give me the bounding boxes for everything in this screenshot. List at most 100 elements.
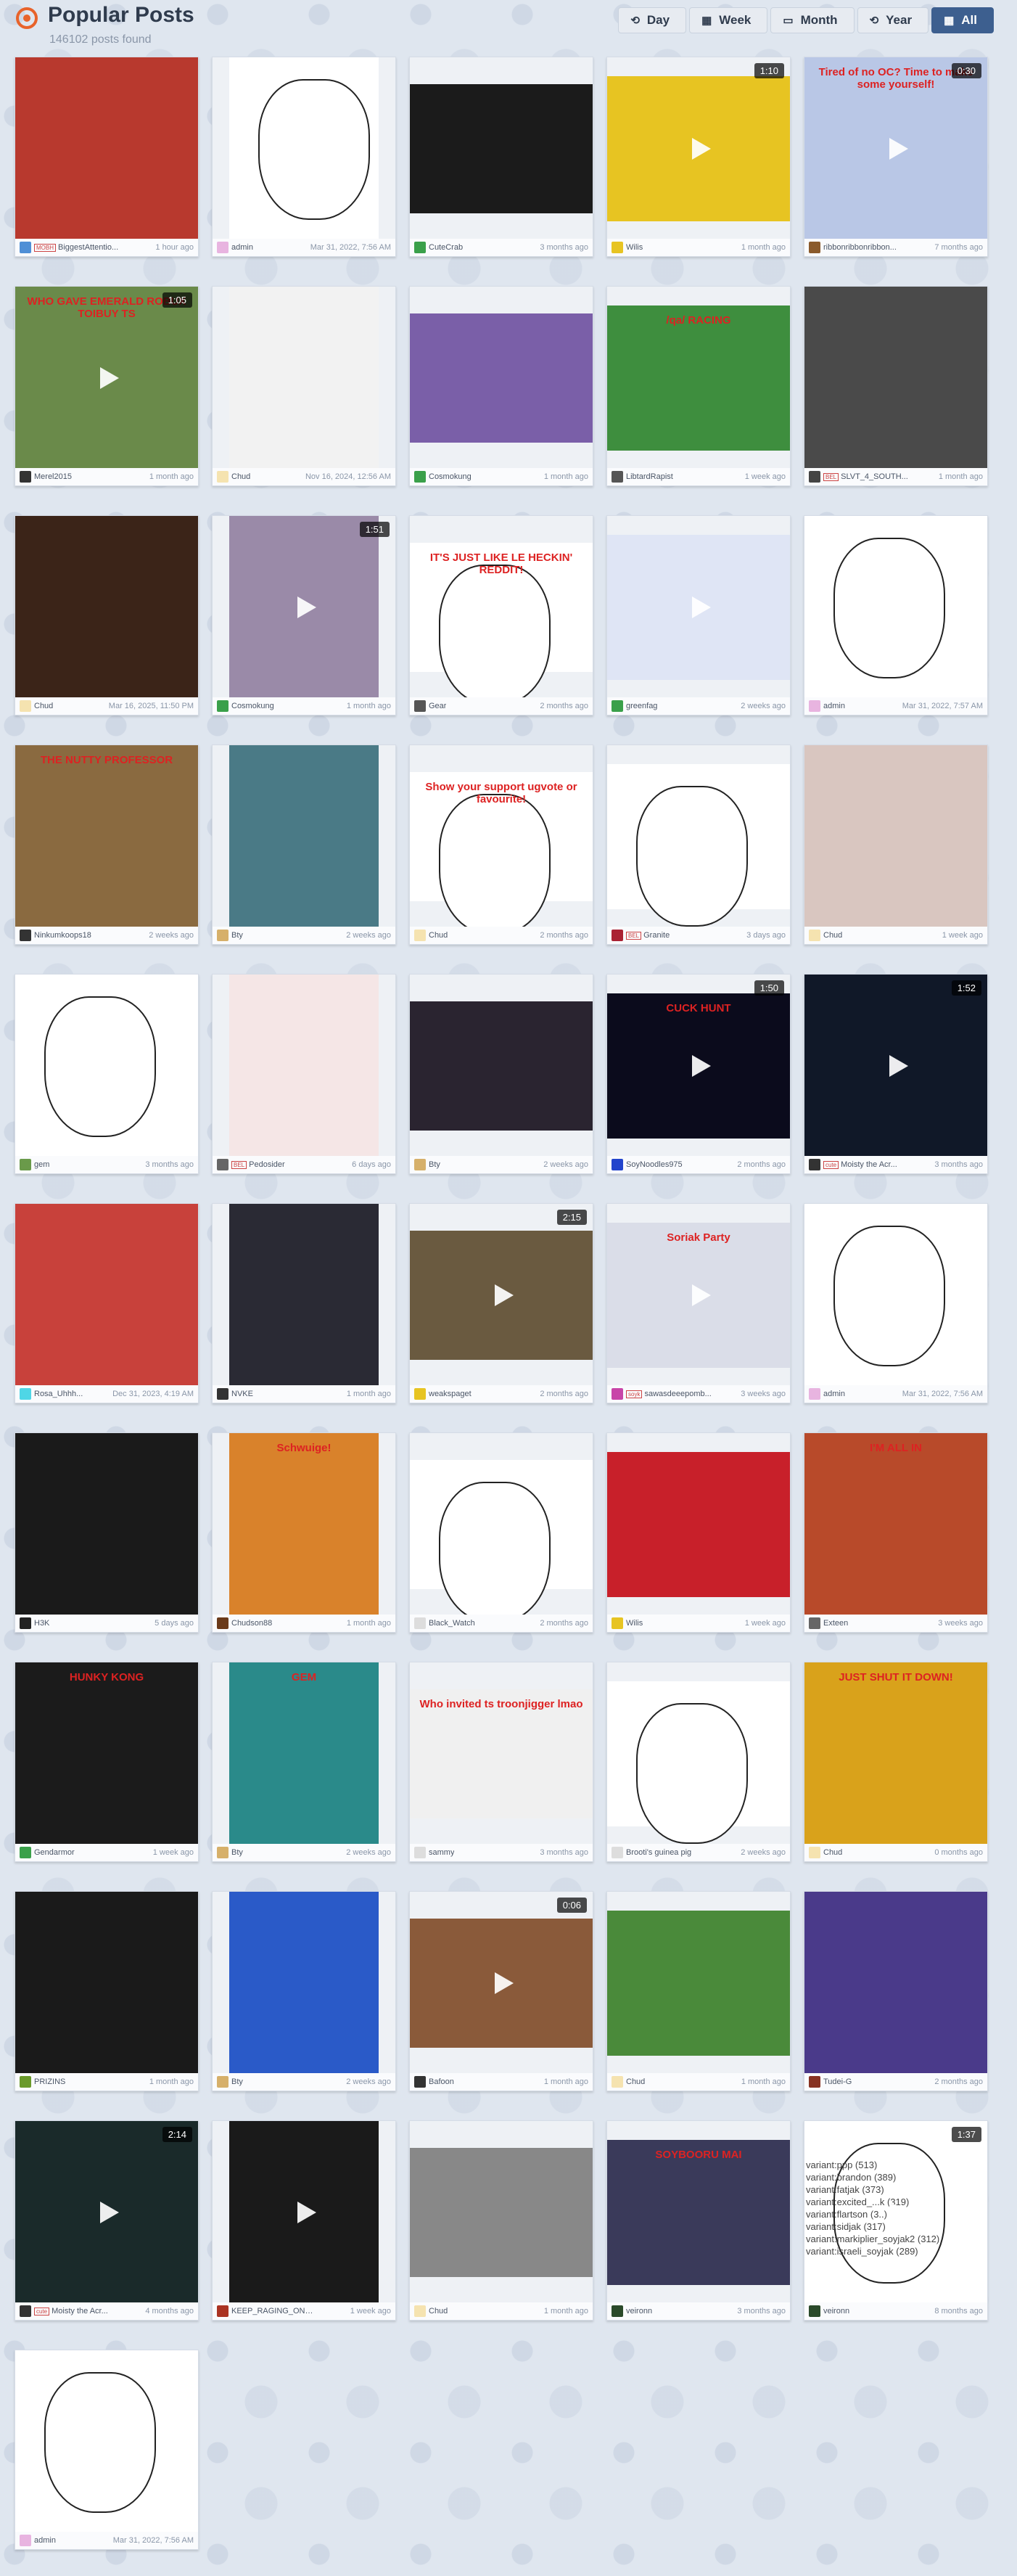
tab-month[interactable]: ▭ Month	[770, 7, 855, 33]
avatar[interactable]	[217, 242, 228, 253]
username-link[interactable]: veironn	[626, 2307, 652, 2315]
username-link[interactable]: Tudei-G	[823, 2077, 852, 2086]
post-card[interactable]: admin Mar 31, 2022, 7:56 AM	[804, 1203, 988, 1403]
avatar[interactable]	[809, 930, 820, 941]
post-card[interactable]: Wilis 1 week ago	[606, 1432, 791, 1633]
post-thumbnail[interactable]: CUCK HUNT 1:50	[607, 975, 790, 1157]
post-card[interactable]: Brooti's guinea pig 2 weeks ago	[606, 1662, 791, 1862]
post-thumbnail[interactable]	[607, 516, 790, 699]
post-thumbnail[interactable]	[213, 1892, 395, 2075]
avatar[interactable]	[809, 242, 820, 253]
username-link[interactable]: sammy	[429, 1848, 454, 1857]
post-card[interactable]: 1:10 Wilis 1 month ago	[606, 57, 791, 257]
post-thumbnail[interactable]	[804, 287, 987, 469]
username-link[interactable]: Brooti's guinea pig	[626, 1848, 691, 1857]
username-link[interactable]: Gendarmor	[34, 1848, 75, 1857]
avatar[interactable]	[20, 930, 31, 941]
post-thumbnail[interactable]: WHO GAVE EMERALD ROBUX TOIBUY TS 1:05	[15, 287, 198, 469]
username-link[interactable]: admin	[823, 1390, 845, 1398]
post-card[interactable]: gem 3 months ago	[15, 974, 199, 1174]
username-link[interactable]: admin	[231, 243, 253, 252]
play-icon[interactable]	[90, 2196, 123, 2229]
post-thumbnail[interactable]: GEM	[213, 1662, 395, 1845]
post-card[interactable]: PRIZINS 1 month ago	[15, 1891, 199, 2091]
username-link[interactable]: Bty	[231, 1848, 243, 1857]
post-card[interactable]: admin Mar 31, 2022, 7:57 AM	[804, 515, 988, 715]
post-thumbnail[interactable]	[213, 975, 395, 1157]
post-card[interactable]: Cosmokung 1 month ago	[409, 286, 593, 486]
avatar[interactable]	[809, 1159, 820, 1170]
post-card[interactable]: Show your support ugvote or favourite! Ch…	[409, 745, 593, 945]
post-thumbnail[interactable]	[213, 57, 395, 240]
username-link[interactable]: Merel2015	[34, 472, 72, 481]
post-card[interactable]: Chud Mar 16, 2025, 11:50 PM	[15, 515, 199, 715]
username-link[interactable]: Exteen	[823, 1619, 848, 1628]
avatar[interactable]	[612, 242, 623, 253]
post-card[interactable]: 1:51 Cosmokung 1 month ago	[212, 515, 396, 715]
tab-all[interactable]: ▦ All	[931, 7, 994, 33]
avatar[interactable]	[612, 2076, 623, 2088]
username-link[interactable]: Pedosider	[249, 1160, 285, 1169]
post-thumbnail[interactable]	[607, 745, 790, 928]
username-link[interactable]: BiggestAttentio...	[58, 243, 118, 252]
post-card[interactable]: Schwuige! Chudson88 1 month ago	[212, 1432, 396, 1633]
post-thumbnail[interactable]	[804, 1204, 987, 1387]
avatar[interactable]	[20, 1159, 31, 1170]
post-card[interactable]: NVKE 1 month ago	[212, 1203, 396, 1403]
post-thumbnail[interactable]: Show your support ugvote or favourite!	[410, 745, 593, 928]
avatar[interactable]	[414, 930, 426, 941]
play-icon[interactable]	[287, 591, 321, 624]
post-card[interactable]: BEL Pedosider 6 days ago	[212, 974, 396, 1174]
username-link[interactable]: SoyNoodles975	[626, 1160, 683, 1169]
post-thumbnail[interactable]: 1:52	[804, 975, 987, 1157]
post-card[interactable]: Chud 1 month ago	[409, 2120, 593, 2321]
post-thumbnail[interactable]: Who invited ts troonjigger lmao	[410, 1662, 593, 1845]
username-link[interactable]: admin	[823, 702, 845, 710]
username-link[interactable]: Chud	[231, 472, 250, 481]
post-thumbnail[interactable]	[213, 1204, 395, 1387]
username-link[interactable]: Chud	[823, 931, 842, 940]
post-card[interactable]: Bty 2 weeks ago	[212, 745, 396, 945]
post-card[interactable]: Chud Nov 16, 2024, 12:56 AM	[212, 286, 396, 486]
post-card[interactable]: IT'S JUST LIKE LE HECKIN' REDDIT! Gear 2 m…	[409, 515, 593, 715]
play-icon[interactable]	[485, 1966, 518, 2000]
post-thumbnail[interactable]: 1:10	[607, 57, 790, 240]
avatar[interactable]	[217, 471, 228, 483]
username-link[interactable]: Bafoon	[429, 2077, 454, 2086]
avatar[interactable]	[414, 471, 426, 483]
logo-icon[interactable]	[16, 7, 38, 29]
post-card[interactable]: /qa/ RACING LibtardRapist 1 week ago	[606, 286, 791, 486]
post-card[interactable]: MOBH BiggestAttentio... 1 hour ago	[15, 57, 199, 257]
username-link[interactable]: PRIZINS	[34, 2077, 65, 2086]
avatar[interactable]	[414, 242, 426, 253]
username-link[interactable]: Bty	[231, 931, 243, 940]
username-link[interactable]: Black_Watch	[429, 1619, 475, 1628]
tab-day[interactable]: ⟲ Day	[618, 7, 687, 33]
avatar[interactable]	[414, 1617, 426, 1629]
post-thumbnail[interactable]	[15, 516, 198, 699]
username-link[interactable]: Cosmokung	[429, 472, 472, 481]
post-thumbnail[interactable]: Tired of no OC? Time to make some yourse…	[804, 57, 987, 240]
avatar[interactable]	[20, 2076, 31, 2088]
post-card[interactable]: I'M ALL IN Exteen 3 weeks ago	[804, 1432, 988, 1633]
username-link[interactable]: Moisty the Acr...	[52, 2307, 108, 2315]
post-thumbnail[interactable]: 0:06	[410, 1892, 593, 2075]
post-card[interactable]: Soriak Party soyk sawasdeeepomb... 3 weeks …	[606, 1203, 791, 1403]
avatar[interactable]	[217, 700, 228, 712]
username-link[interactable]: Bty	[231, 2077, 243, 2086]
post-card[interactable]: GEM Bty 2 weeks ago	[212, 1662, 396, 1862]
post-thumbnail[interactable]: JUST SHUT IT DOWN!	[804, 1662, 987, 1845]
post-thumbnail[interactable]	[15, 1892, 198, 2075]
play-icon[interactable]	[879, 1049, 913, 1083]
post-thumbnail[interactable]: HUNKY KONG	[15, 1662, 198, 1845]
post-card[interactable]: 0:06 Bafoon 1 month ago	[409, 1891, 593, 2091]
post-card[interactable]: Who invited ts troonjigger lmao sammy 3 mo…	[409, 1662, 593, 1862]
post-thumbnail[interactable]	[804, 1892, 987, 2075]
username-link[interactable]: CuteCrab	[429, 243, 463, 252]
post-card[interactable]: CUCK HUNT 1:50 SoyNoodles975 2 months ago	[606, 974, 791, 1174]
avatar[interactable]	[414, 2305, 426, 2317]
username-link[interactable]: Ninkumkoops18	[34, 931, 91, 940]
post-thumbnail[interactable]: Soriak Party	[607, 1204, 790, 1387]
avatar[interactable]	[414, 2076, 426, 2088]
avatar[interactable]	[217, 2305, 228, 2317]
